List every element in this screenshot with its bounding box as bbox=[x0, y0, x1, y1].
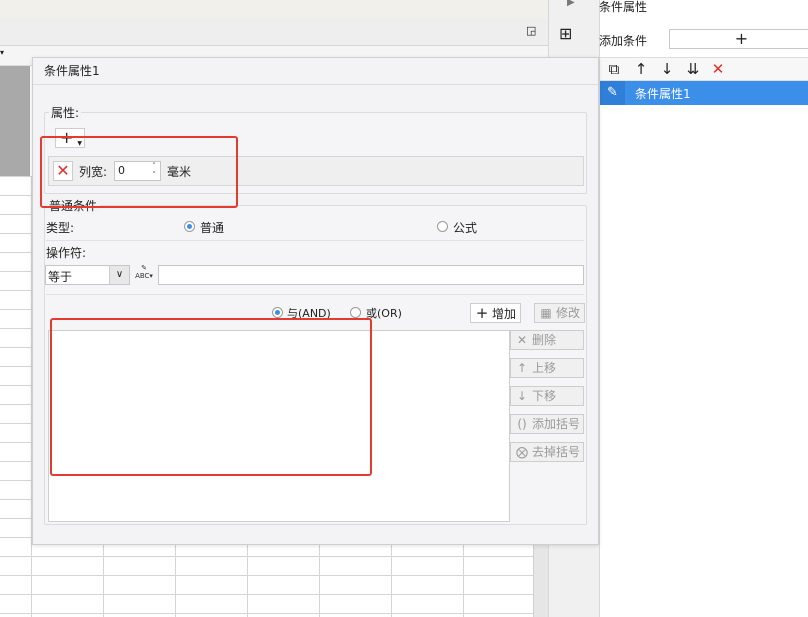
sheet-header-area bbox=[0, 66, 30, 176]
operand-input[interactable] bbox=[158, 265, 584, 285]
operator-label: 操作符: bbox=[46, 246, 87, 260]
move-bottom-icon[interactable]: ⇊ bbox=[683, 59, 703, 79]
modify-label: 修改 bbox=[556, 306, 581, 320]
delete-icon[interactable]: ✕ bbox=[708, 59, 728, 79]
type-formula-label[interactable]: 公式 bbox=[453, 219, 477, 236]
move-down-button[interactable]: ↓ 下移 bbox=[510, 386, 584, 406]
remove-parenthesis-icon: ⨂ bbox=[516, 445, 528, 459]
type-normal-radio[interactable] bbox=[184, 221, 195, 232]
annotation-box bbox=[40, 136, 238, 208]
move-down-label: 下移 bbox=[532, 389, 557, 403]
type-label: 类型: bbox=[46, 221, 75, 235]
add-condition-label: 添加条件 bbox=[599, 34, 648, 48]
modify-button[interactable]: ▦ 修改 bbox=[534, 303, 586, 323]
dialog-divider bbox=[33, 84, 598, 85]
add-parenthesis-label: 添加括号 bbox=[532, 417, 581, 431]
arrow-down-icon[interactable]: ↓ bbox=[657, 59, 677, 79]
edit-icon: ▦ bbox=[540, 306, 552, 320]
add-condition-item-button[interactable]: + 增加 bbox=[470, 303, 522, 323]
delete-button[interactable]: ✕ 删除 bbox=[510, 330, 584, 350]
parenthesis-icon: () bbox=[517, 417, 527, 431]
dock-toggle-icon[interactable]: ◲ bbox=[526, 24, 536, 37]
arrow-down-icon: ↓ bbox=[516, 389, 528, 403]
remove-parenthesis-button[interactable]: ⨂ 去掉括号 bbox=[510, 442, 584, 462]
sheet-toolbar: ◲ bbox=[0, 18, 548, 46]
condition-item-label: 条件属性1 bbox=[635, 87, 691, 101]
and-radio[interactable] bbox=[272, 307, 283, 318]
layout-grid-icon[interactable]: ⊞ bbox=[559, 24, 579, 44]
add-label: 增加 bbox=[492, 307, 517, 321]
operator-value: 等于 bbox=[48, 270, 73, 284]
arrow-up-icon: ↑ bbox=[516, 361, 528, 375]
pencil-icon: ✎ bbox=[600, 81, 625, 105]
close-icon: ✕ bbox=[516, 333, 528, 347]
plus-icon: + bbox=[475, 304, 489, 322]
delete-label: 删除 bbox=[532, 333, 557, 347]
operator-select[interactable]: 等于 ∨ bbox=[45, 265, 130, 285]
collapse-arrow-icon[interactable]: ▶ bbox=[567, 0, 575, 8]
ruler-dropdown-icon[interactable]: ▾ bbox=[0, 48, 4, 57]
add-condition-button[interactable]: + bbox=[669, 29, 808, 49]
move-up-button[interactable]: ↑ 上移 bbox=[510, 358, 584, 378]
type-formula-radio[interactable] bbox=[437, 221, 448, 232]
move-up-label: 上移 bbox=[532, 361, 557, 375]
panel-title: 条件属性 bbox=[599, 0, 648, 14]
copy-icon[interactable]: ⧉ bbox=[604, 59, 624, 79]
abc-formula-icon[interactable]: ✎ ABC▾ bbox=[134, 264, 154, 284]
chevron-down-icon: ∨ bbox=[109, 266, 129, 284]
remove-parenthesis-label: 去掉括号 bbox=[532, 445, 581, 459]
or-radio[interactable] bbox=[350, 307, 361, 318]
add-parenthesis-button[interactable]: () 添加括号 bbox=[510, 414, 584, 434]
type-normal-label[interactable]: 普通 bbox=[200, 219, 224, 236]
divider bbox=[46, 294, 584, 295]
attributes-legend: 属性: bbox=[49, 104, 82, 121]
annotation-box bbox=[50, 318, 372, 476]
top-menu-strip bbox=[0, 0, 548, 18]
condition-list-item[interactable]: ✎ 条件属性1 bbox=[600, 81, 808, 105]
arrow-up-icon[interactable]: ↑ bbox=[631, 59, 651, 79]
dialog-title: 条件属性1 bbox=[44, 64, 100, 78]
divider bbox=[46, 240, 584, 241]
